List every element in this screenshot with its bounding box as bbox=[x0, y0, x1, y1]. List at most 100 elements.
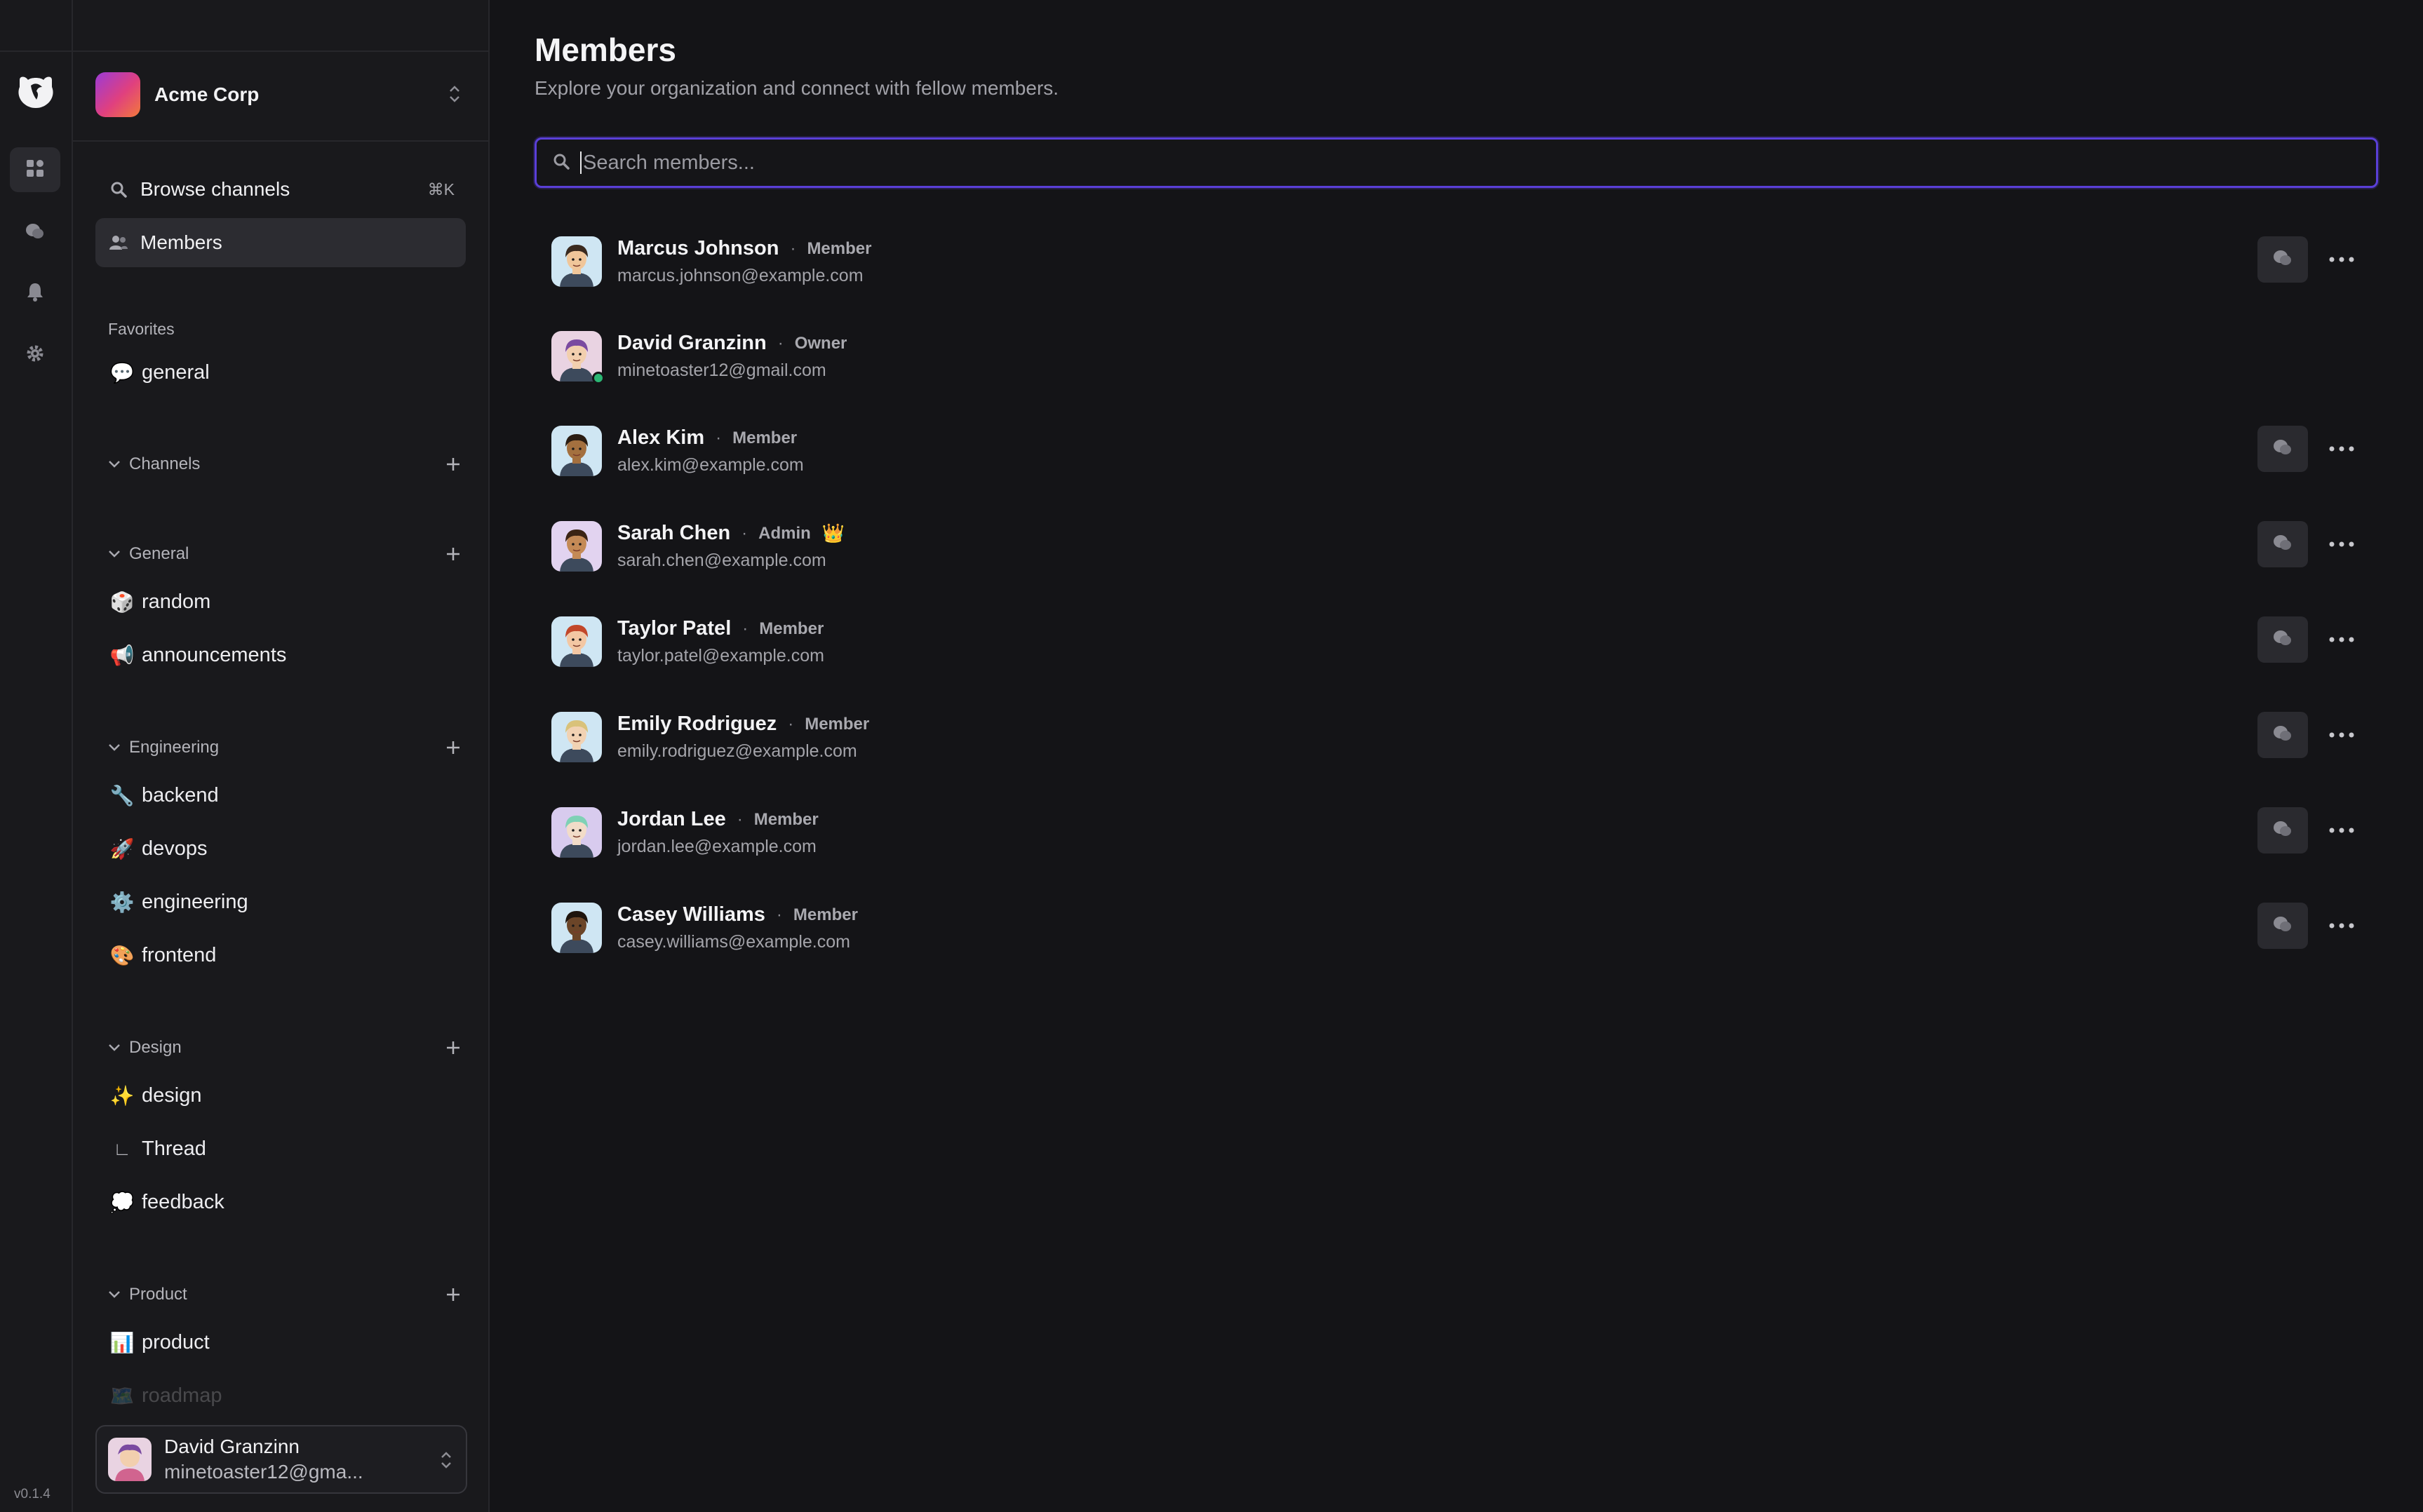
sparkles-icon: ✨ bbox=[109, 1084, 135, 1107]
member-row[interactable]: Jordan Lee · Member jordan.lee@example.c… bbox=[551, 797, 2368, 868]
message-button[interactable] bbox=[2257, 236, 2308, 283]
message-button[interactable] bbox=[2257, 712, 2308, 758]
chat-bubbles-icon bbox=[2272, 248, 2293, 271]
workspace-name: Acme Corp bbox=[154, 83, 260, 105]
chevron-down-icon bbox=[105, 1285, 123, 1304]
channel-engineering[interactable]: ⚙️ engineering bbox=[95, 879, 466, 924]
member-row[interactable]: Marcus Johnson · Member marcus.johnson@e… bbox=[551, 227, 2368, 297]
megaphone-icon: 📢 bbox=[109, 644, 135, 666]
channel-feedback[interactable]: 💭 feedback bbox=[95, 1180, 466, 1224]
app-logo-icon[interactable] bbox=[14, 70, 58, 114]
more-horizontal-icon bbox=[2329, 919, 2354, 932]
channel-frontend[interactable]: 🎨 frontend bbox=[95, 933, 466, 978]
channel-general-favorite[interactable]: 💬 general bbox=[95, 350, 466, 395]
more-options-button[interactable] bbox=[2315, 236, 2368, 283]
channel-label: Thread bbox=[142, 1137, 206, 1160]
group-engineering[interactable]: Engineering bbox=[105, 734, 464, 762]
separator-dot: · bbox=[776, 905, 782, 924]
thread-corner-icon: ∟ bbox=[113, 1138, 131, 1159]
nav-browse-label: Browse channels bbox=[140, 178, 290, 200]
member-row[interactable]: Alex Kim · Member alex.kim@example.com bbox=[551, 416, 2368, 486]
channel-label: product bbox=[142, 1330, 210, 1354]
avatar bbox=[551, 426, 602, 476]
separator-dot: · bbox=[788, 714, 794, 734]
chat-bubbles-icon bbox=[25, 222, 46, 245]
more-options-button[interactable] bbox=[2315, 426, 2368, 472]
member-row[interactable]: Sarah Chen · Admin 👑 sarah.chen@example.… bbox=[551, 511, 2368, 581]
channel-product[interactable]: 📊 product bbox=[95, 1320, 466, 1365]
plus-icon[interactable] bbox=[442, 1283, 464, 1306]
chevron-down-icon bbox=[105, 545, 123, 563]
channel-random[interactable]: 🎲 random bbox=[95, 579, 466, 624]
member-row[interactable]: Casey Williams · Member casey.williams@e… bbox=[551, 893, 2368, 963]
search-icon bbox=[108, 179, 129, 200]
member-email: minetoaster12@gmail.com bbox=[617, 360, 826, 380]
browse-shortcut: ⌘K bbox=[427, 180, 455, 198]
plus-icon[interactable] bbox=[442, 453, 464, 475]
sidebar-divider bbox=[73, 140, 488, 142]
nav-browse-channels[interactable]: Browse channels ⌘K bbox=[95, 165, 466, 214]
channel-announcements[interactable]: 📢 announcements bbox=[95, 633, 466, 677]
workspace-avatar bbox=[95, 72, 140, 117]
chevron-up-down-icon bbox=[448, 83, 462, 109]
member-name: David Granzinn bbox=[617, 332, 767, 354]
member-search[interactable] bbox=[535, 137, 2378, 188]
member-email: emily.rodriguez@example.com bbox=[617, 741, 857, 761]
channel-thread[interactable]: ∟ Thread bbox=[95, 1126, 466, 1171]
channel-design[interactable]: ✨ design bbox=[95, 1073, 466, 1118]
member-email: alex.kim@example.com bbox=[617, 455, 804, 475]
channel-label: frontend bbox=[142, 943, 217, 966]
rail-notifications-button[interactable] bbox=[10, 271, 60, 316]
group-design[interactable]: Design bbox=[105, 1034, 464, 1062]
more-options-button[interactable] bbox=[2315, 521, 2368, 567]
favorites-title: Favorites bbox=[108, 320, 175, 338]
palette-icon: 🎨 bbox=[109, 944, 135, 966]
avatar bbox=[551, 712, 602, 762]
message-button[interactable] bbox=[2257, 426, 2308, 472]
member-row[interactable]: David Granzinn · Owner minetoaster12@gma… bbox=[551, 321, 2368, 391]
nav-members-label: Members bbox=[140, 231, 222, 253]
message-button[interactable] bbox=[2257, 807, 2308, 853]
rail-settings-button[interactable] bbox=[10, 332, 60, 377]
workspace-switcher[interactable]: Acme Corp bbox=[95, 70, 467, 119]
channel-devops[interactable]: 🚀 devops bbox=[95, 826, 466, 871]
more-options-button[interactable] bbox=[2315, 712, 2368, 758]
current-user-menu[interactable]: David Granzinn minetoaster12@gma... bbox=[95, 1425, 467, 1494]
plus-icon[interactable] bbox=[442, 1037, 464, 1059]
more-options-button[interactable] bbox=[2315, 807, 2368, 853]
more-options-button[interactable] bbox=[2315, 616, 2368, 663]
nav-members[interactable]: Members bbox=[95, 218, 466, 267]
group-product[interactable]: Product bbox=[105, 1281, 464, 1309]
plus-icon[interactable] bbox=[442, 736, 464, 759]
rail-messages-button[interactable] bbox=[10, 210, 60, 255]
member-name: Taylor Patel bbox=[617, 617, 732, 640]
channel-roadmap[interactable]: 🗺️ roadmap bbox=[95, 1373, 466, 1418]
avatar bbox=[551, 903, 602, 953]
member-role: Owner bbox=[794, 333, 847, 353]
channel-backend[interactable]: 🔧 backend bbox=[95, 773, 466, 818]
plus-icon[interactable] bbox=[442, 543, 464, 565]
rail-home-button[interactable] bbox=[10, 147, 60, 192]
chevron-down-icon bbox=[105, 738, 123, 757]
channel-label: design bbox=[142, 1084, 202, 1107]
member-role: Member bbox=[805, 714, 870, 734]
more-horizontal-icon bbox=[2329, 824, 2354, 837]
channel-label: general bbox=[142, 360, 210, 384]
avatar bbox=[551, 236, 602, 287]
member-row[interactable]: Taylor Patel · Member taylor.patel@examp… bbox=[551, 607, 2368, 677]
separator-dot: · bbox=[742, 619, 749, 638]
search-input[interactable] bbox=[583, 142, 2376, 184]
group-general[interactable]: General bbox=[105, 540, 464, 568]
message-button[interactable] bbox=[2257, 521, 2308, 567]
group-channels[interactable]: Channels bbox=[105, 450, 464, 478]
message-button[interactable] bbox=[2257, 616, 2308, 663]
member-role: Admin bbox=[758, 523, 811, 543]
wrench-icon: 🔧 bbox=[109, 784, 135, 806]
member-email: marcus.johnson@example.com bbox=[617, 266, 864, 285]
more-options-button[interactable] bbox=[2315, 903, 2368, 949]
channel-label: backend bbox=[142, 783, 219, 806]
message-button[interactable] bbox=[2257, 903, 2308, 949]
chevron-up-down-icon bbox=[439, 1449, 453, 1475]
member-row[interactable]: Emily Rodriguez · Member emily.rodriguez… bbox=[551, 702, 2368, 772]
chat-bubbles-icon bbox=[2272, 819, 2293, 842]
